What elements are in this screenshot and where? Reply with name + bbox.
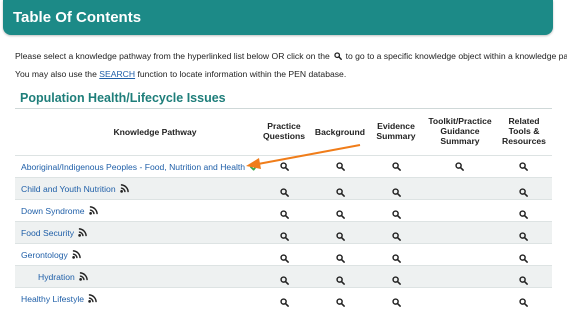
background-search-icon[interactable] — [336, 158, 345, 171]
row-divider — [15, 155, 552, 156]
evidence-summary-search-icon[interactable] — [392, 184, 401, 197]
background-search-icon[interactable] — [336, 250, 345, 263]
toc-header: Table Of Contents — [3, 0, 553, 35]
col-header-pathway: Knowledge Pathway — [113, 127, 197, 137]
col-header-related-l2: Tools & — [508, 126, 540, 136]
related-tools-search-icon[interactable] — [519, 250, 528, 263]
rss-feed-icon[interactable] — [78, 228, 87, 237]
row-divider — [15, 243, 552, 244]
col-header-evidence-summary: Evidence Summary — [372, 121, 420, 141]
evidence-summary-search-icon[interactable] — [392, 158, 401, 171]
pathway-link-label[interactable]: Food Security — [21, 228, 74, 238]
rss-feed-icon[interactable] — [79, 272, 88, 281]
col-header-background: Background — [314, 127, 366, 137]
rss-feed-icon[interactable] — [72, 250, 81, 259]
checkmark-icon — [250, 162, 260, 171]
background-search-icon[interactable] — [336, 294, 345, 307]
evidence-summary-search-icon[interactable] — [392, 250, 401, 263]
practice-questions-search-icon[interactable] — [280, 184, 289, 197]
practice-questions-search-icon[interactable] — [280, 250, 289, 263]
related-tools-search-icon[interactable] — [519, 158, 528, 171]
practice-questions-search-icon[interactable] — [280, 294, 289, 307]
practice-questions-search-icon[interactable] — [280, 206, 289, 219]
pathway-link-label[interactable]: Hydration — [38, 272, 75, 282]
pathway-link-label[interactable]: Healthy Lifestyle — [21, 294, 84, 304]
col-header-practice-questions: Practice Questions — [258, 121, 310, 141]
pathway-link[interactable]: Food Security — [21, 228, 87, 238]
toolkit-search-icon[interactable] — [455, 158, 464, 171]
intro-text-2a: You may also use the — [15, 69, 97, 79]
search-link[interactable]: SEARCH — [99, 69, 135, 79]
col-header-evidence-l2: Summary — [376, 131, 416, 141]
practice-questions-search-icon[interactable] — [280, 228, 289, 241]
col-header-practice-questions-l1: Practice — [267, 121, 301, 131]
intro-line-1: Please select a knowledge pathway from t… — [15, 51, 567, 61]
col-header-related-l1: Related — [508, 116, 540, 126]
row-divider — [15, 287, 552, 288]
rss-feed-icon[interactable] — [119, 184, 129, 193]
pathway-link-label[interactable]: Down Syndrome — [21, 206, 85, 216]
row-divider — [15, 221, 552, 222]
row-divider — [15, 199, 552, 200]
col-header-related-l3: Resources — [502, 136, 546, 146]
related-tools-search-icon[interactable] — [519, 184, 528, 197]
pathway-link-label[interactable]: Aboriginal/Indigenous Peoples - Food, Nu… — [21, 162, 245, 172]
row-divider — [15, 265, 552, 266]
col-header-practice-questions-l2: Questions — [262, 131, 306, 141]
pathway-link[interactable]: Healthy Lifestyle — [21, 294, 97, 304]
pathway-link-label[interactable]: Child and Youth Nutrition — [21, 184, 116, 194]
evidence-summary-search-icon[interactable] — [392, 272, 401, 285]
rss-feed-icon[interactable] — [88, 206, 98, 215]
col-header-toolkit-l2: Guidance — [440, 126, 480, 136]
pathway-link-label[interactable]: Gerontology — [21, 250, 68, 260]
background-search-icon[interactable] — [336, 206, 345, 219]
background-search-icon[interactable] — [336, 184, 345, 197]
related-tools-search-icon[interactable] — [519, 294, 528, 307]
pathway-link[interactable]: Gerontology — [21, 250, 81, 260]
pathway-link[interactable]: Down Syndrome — [21, 206, 98, 216]
section-divider — [15, 108, 552, 109]
magnifier-icon — [334, 52, 343, 60]
col-header-toolkit-l1: Toolkit/Practice — [428, 116, 492, 126]
related-tools-search-icon[interactable] — [519, 228, 528, 241]
background-search-icon[interactable] — [336, 272, 345, 285]
section-title: Population Health/Lifecycle Issues — [20, 91, 226, 105]
background-search-icon[interactable] — [336, 228, 345, 241]
col-header-toolkit-l3: Summary — [440, 136, 480, 146]
rss-feed-icon[interactable] — [88, 294, 97, 303]
intro-text-1b: to go to a specific knowledge object wit… — [345, 51, 567, 61]
page-title: Table Of Contents — [13, 9, 142, 26]
intro-text-2b: function to locate information within th… — [137, 69, 347, 79]
pathway-link[interactable]: Aboriginal/Indigenous Peoples - Food, Nu… — [21, 162, 260, 172]
intro-line-2: You may also use the SEARCH function to … — [15, 69, 346, 79]
col-header-toolkit: Toolkit/Practice Guidance Summary — [420, 116, 500, 146]
practice-questions-search-icon[interactable] — [280, 272, 289, 285]
related-tools-search-icon[interactable] — [519, 272, 528, 285]
col-header-related: Related Tools & Resources — [498, 116, 550, 146]
pathway-link[interactable]: Child and Youth Nutrition — [21, 184, 129, 194]
evidence-summary-search-icon[interactable] — [392, 228, 401, 241]
evidence-summary-search-icon[interactable] — [392, 206, 401, 219]
row-divider — [15, 177, 552, 178]
col-header-evidence-l1: Evidence — [377, 121, 415, 131]
practice-questions-search-icon[interactable] — [280, 158, 289, 171]
intro-text-1a: Please select a knowledge pathway from t… — [15, 51, 330, 61]
related-tools-search-icon[interactable] — [519, 206, 528, 219]
pathway-link[interactable]: Hydration — [38, 272, 88, 282]
evidence-summary-search-icon[interactable] — [392, 294, 401, 307]
